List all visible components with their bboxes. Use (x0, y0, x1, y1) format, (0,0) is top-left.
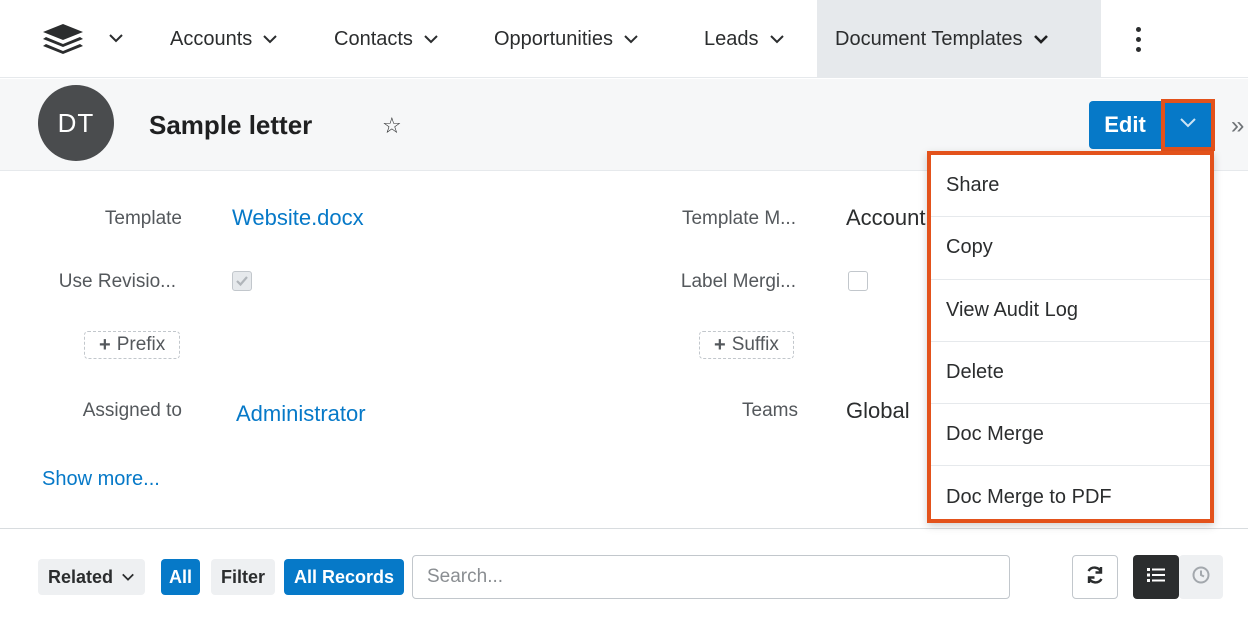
menu-item-share[interactable]: Share (931, 155, 1210, 218)
refresh-button[interactable] (1072, 555, 1118, 599)
nav-item-label: Accounts (170, 27, 253, 50)
nav-item-leads[interactable]: Leads (704, 0, 785, 78)
menu-item-delete[interactable]: Delete (931, 342, 1210, 405)
list-view-button[interactable] (1133, 555, 1179, 599)
assigned-to-label: Assigned to (82, 400, 182, 421)
menu-item-view-audit-log[interactable]: View Audit Log (931, 280, 1210, 342)
sugar-logo-icon[interactable] (40, 22, 90, 56)
all-records-filter-pill[interactable]: All Records (284, 559, 405, 595)
collapse-pane-icon[interactable]: » (1231, 112, 1244, 140)
chevron-down-icon (121, 570, 135, 584)
chevron-down-icon (423, 31, 439, 47)
nav-item-label: Contacts (334, 27, 413, 50)
nav-item-opportunities[interactable]: Opportunities (494, 0, 639, 78)
nav-item-contacts[interactable]: Contacts (334, 0, 439, 78)
menu-item-doc-merge[interactable]: Doc Merge (931, 404, 1210, 467)
more-menu-icon[interactable] (1128, 22, 1148, 56)
search-input[interactable] (412, 555, 1010, 599)
related-label: Related (48, 566, 114, 587)
template-module-label: Template M... (681, 208, 796, 229)
nav-item-document-templates[interactable]: Document Templates (817, 0, 1101, 78)
top-nav: Accounts Contacts Opportunities Leads Do… (0, 0, 1248, 78)
list-view-icon (1145, 565, 1167, 590)
nav-item-accounts[interactable]: Accounts (170, 0, 278, 78)
template-label: Template (104, 208, 182, 229)
teams-label: Teams (742, 400, 798, 421)
teams-value: Global (846, 398, 910, 423)
edit-button[interactable]: Edit (1089, 101, 1161, 149)
chevron-down-icon (623, 31, 639, 47)
actions-dropdown-toggle[interactable] (1161, 99, 1215, 151)
actions-dropdown-menu: Share Copy View Audit Log Delete Doc Mer… (927, 151, 1214, 523)
nav-item-label: Leads (704, 27, 759, 50)
chevron-down-icon (1179, 116, 1197, 134)
label-merging-checkbox[interactable] (848, 271, 868, 291)
chevron-down-icon (262, 31, 278, 47)
refresh-icon (1084, 564, 1106, 591)
menu-item-doc-merge-to-pdf[interactable]: Doc Merge to PDF (931, 466, 1210, 528)
all-modules-pill[interactable]: All (161, 559, 201, 595)
add-prefix-button[interactable]: + Prefix (84, 331, 181, 359)
plus-icon: + (714, 333, 726, 356)
label-merging-label: Label Mergi... (680, 271, 796, 292)
add-suffix-button[interactable]: + Suffix (699, 331, 794, 359)
nav-item-label: Document Templates (835, 27, 1023, 50)
template-module-value: Accounts (846, 205, 926, 230)
related-dropdown[interactable]: Related (38, 559, 146, 595)
menu-item-copy[interactable]: Copy (931, 217, 1210, 280)
suffix-label: Suffix (731, 334, 779, 355)
nav-item-label: Opportunities (494, 27, 613, 50)
favorite-star-icon[interactable]: ☆ (382, 113, 402, 139)
use-revision-checkbox[interactable] (232, 271, 252, 291)
avatar: DT (38, 85, 114, 161)
show-more-link[interactable]: Show more... (42, 468, 160, 491)
plus-icon: + (99, 333, 111, 356)
assigned-to-link[interactable]: Administrator (236, 401, 366, 427)
use-revision-label: Use Revisio... (58, 271, 176, 292)
chevron-down-icon (1033, 31, 1049, 47)
template-value-link[interactable]: Website.docx (232, 205, 364, 231)
activity-stream-button[interactable] (1179, 555, 1223, 599)
page-title: Sample letter (149, 110, 313, 140)
filter-label[interactable]: Filter (211, 559, 276, 595)
logo-chevron-down-icon[interactable] (108, 30, 124, 51)
prefix-label: Prefix (116, 334, 166, 355)
clock-icon (1191, 565, 1211, 590)
chevron-down-icon (769, 31, 785, 47)
